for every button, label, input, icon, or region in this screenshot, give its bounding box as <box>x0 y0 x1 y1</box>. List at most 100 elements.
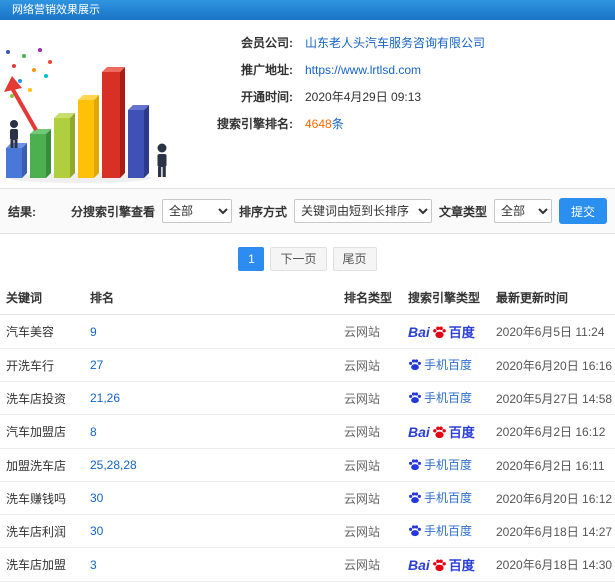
col-keyword: 关键词 <box>0 281 84 315</box>
table-row: 洗车店投资 21,26 云网站 手机百度 2020年5月27日 14:58 <box>0 381 615 415</box>
baidu-paw-icon <box>432 558 447 572</box>
keyword-text: 洗车店加盟 <box>6 558 67 572</box>
mobile-baidu-logo: 手机百度 <box>408 522 472 539</box>
mobile-baidu-logo: 手机百度 <box>408 456 472 473</box>
bar-chart-illustration <box>0 26 180 186</box>
updated-time-text: 2020年6月18日 14:27 <box>496 524 613 539</box>
updated-time-text: 2020年6月5日 11:24 <box>496 325 605 339</box>
info-row-rank-count: 搜索引擎排名: 4648条 <box>185 117 615 132</box>
rank-link[interactable]: 9 <box>90 325 97 339</box>
keyword-text: 洗车店利润 <box>6 524 67 539</box>
keyword-text: 洗车店投资 <box>6 391 67 406</box>
filter-bar: 结果: 分搜索引擎查看 全部 排序方式 关键词由短到长排序 文章类型 全部 提交 <box>0 188 615 234</box>
rank-type-text: 云网站 <box>344 524 381 539</box>
updated-time-text: 2020年6月20日 16:16 <box>496 358 613 373</box>
filter-controls: 分搜索引擎查看 全部 排序方式 关键词由短到长排序 文章类型 全部 提交 <box>71 198 607 224</box>
updated-time-text: 2020年6月2日 16:11 <box>496 458 605 473</box>
header-bar: 网络营销效果展示 <box>0 0 615 20</box>
baidu-logo: Bai 百度 <box>408 322 475 341</box>
rank-link[interactable]: 8 <box>90 425 97 439</box>
company-name-link[interactable]: 山东老人头汽车服务咨询有限公司 <box>305 36 485 51</box>
summary-section: 会员公司: 山东老人头汽车服务咨询有限公司 推广地址: https://www.… <box>0 20 615 188</box>
rank-count-value: 4648条 <box>305 117 344 132</box>
rank-type-text: 云网站 <box>344 358 381 373</box>
updated-time-text: 2020年6月2日 16:12 <box>496 425 606 439</box>
info-row-opened: 开通时间: 2020年4月29日 09:13 <box>185 90 615 105</box>
rank-type-text: 云网站 <box>344 325 381 339</box>
engine-filter-label: 分搜索引擎查看 <box>70 204 155 219</box>
rank-type-text: 云网站 <box>344 391 381 406</box>
open-time-label: 开通时间: <box>241 90 293 104</box>
article-type-label: 文章类型 <box>438 204 487 219</box>
baidu-logo-bai-text: Bai <box>408 423 430 440</box>
company-info: 会员公司: 山东老人头汽车服务咨询有限公司 推广地址: https://www.… <box>185 20 615 132</box>
keyword-text: 汽车美容 <box>6 325 55 339</box>
updated-time-text: 2020年5月27日 14:58 <box>496 391 613 406</box>
rank-type-text: 云网站 <box>344 491 381 506</box>
table-row: 开洗车行 27 云网站 手机百度 2020年6月20日 16:16 <box>0 348 615 382</box>
mobile-baidu-text: 手机百度 <box>424 491 473 505</box>
rank-count-label: 搜索引擎排名: <box>217 117 293 131</box>
article-type-select[interactable]: 全部 <box>493 199 552 223</box>
mobile-baidu-paw-icon <box>408 358 422 371</box>
pagination: 1 下一页 尾页 <box>0 247 615 271</box>
submit-button[interactable]: 提交 <box>558 198 607 224</box>
mobile-baidu-text: 手机百度 <box>424 358 473 372</box>
table-row: 洗车店加盟 3 云网站 Bai 百度 2020年6月18日 14:30 <box>0 547 615 582</box>
baidu-logo-bai-text: Bai <box>408 323 430 340</box>
col-rank: 排名 <box>84 281 338 315</box>
mobile-baidu-paw-icon <box>408 391 422 404</box>
sort-filter-label: 排序方式 <box>238 204 287 219</box>
table-row: 洗车店利润 30 云网站 手机百度 2020年6月18日 14:27 <box>0 514 615 548</box>
baidu-logo-du-text: 百度 <box>448 425 475 440</box>
results-table: 关键词 排名 排名类型 搜索引擎类型 最新更新时间 汽车美容 9 云网站 Bai… <box>0 281 615 582</box>
updated-time-text: 2020年6月18日 14:30 <box>496 558 613 572</box>
baidu-logo-bai-text: Bai <box>408 556 430 573</box>
rank-count-number: 4648 <box>305 117 332 131</box>
page-number-current[interactable]: 1 <box>238 247 265 271</box>
mobile-baidu-text: 手机百度 <box>424 458 473 472</box>
rank-type-text: 云网站 <box>344 425 381 439</box>
mobile-baidu-paw-icon <box>408 458 422 471</box>
open-time-value: 2020年4月29日 09:13 <box>305 90 422 104</box>
mobile-baidu-text: 手机百度 <box>424 524 473 538</box>
company-label: 会员公司: <box>241 36 293 50</box>
last-page-button[interactable]: 尾页 <box>332 247 377 271</box>
rank-link[interactable]: 25,28,28 <box>90 458 137 472</box>
rank-link[interactable]: 30 <box>90 491 103 505</box>
keyword-text: 开洗车行 <box>6 358 55 373</box>
table-row: 加盟洗车店 25,28,28 云网站 手机百度 2020年6月2日 16:11 <box>0 448 615 482</box>
rank-link[interactable]: 30 <box>90 524 103 538</box>
rank-type-text: 云网站 <box>344 558 381 572</box>
keyword-text: 汽车加盟店 <box>6 425 67 439</box>
mobile-baidu-logo: 手机百度 <box>408 489 472 506</box>
promo-url-link[interactable]: https://www.lrtlsd.com <box>305 63 421 78</box>
mobile-baidu-paw-icon <box>408 524 422 537</box>
sort-filter-select[interactable]: 关键词由短到长排序 <box>293 199 432 223</box>
table-row: 汽车美容 9 云网站 Bai 百度 2020年6月5日 11:24 <box>0 314 615 349</box>
rank-link[interactable]: 27 <box>90 358 103 372</box>
rank-type-text: 云网站 <box>344 458 381 473</box>
baidu-logo-du-text: 百度 <box>448 325 475 340</box>
col-rank-type: 排名类型 <box>338 281 402 315</box>
baidu-paw-icon <box>432 325 447 339</box>
mobile-baidu-logo: 手机百度 <box>408 389 472 406</box>
table-row: 汽车加盟店 8 云网站 Bai 百度 2020年6月2日 16:12 <box>0 414 615 449</box>
next-page-button[interactable]: 下一页 <box>270 247 327 271</box>
table-header-row: 关键词 排名 排名类型 搜索引擎类型 最新更新时间 <box>0 281 615 315</box>
engine-filter-select[interactable]: 全部 <box>161 199 232 223</box>
baidu-logo: Bai 百度 <box>408 555 475 574</box>
rank-link[interactable]: 21,26 <box>90 391 120 405</box>
mobile-baidu-paw-icon <box>408 491 422 504</box>
rank-link[interactable]: 3 <box>90 558 97 572</box>
col-updated: 最新更新时间 <box>490 281 615 315</box>
keyword-text: 加盟洗车店 <box>6 458 67 473</box>
baidu-paw-icon <box>432 425 447 439</box>
updated-time-text: 2020年6月20日 16:12 <box>496 491 613 506</box>
page-title: 网络营销效果展示 <box>12 4 100 16</box>
mobile-baidu-logo: 手机百度 <box>408 356 472 373</box>
baidu-logo: Bai 百度 <box>408 422 475 441</box>
url-label: 推广地址: <box>241 63 293 77</box>
baidu-logo-du-text: 百度 <box>448 558 475 573</box>
info-row-url: 推广地址: https://www.lrtlsd.com <box>185 63 615 78</box>
